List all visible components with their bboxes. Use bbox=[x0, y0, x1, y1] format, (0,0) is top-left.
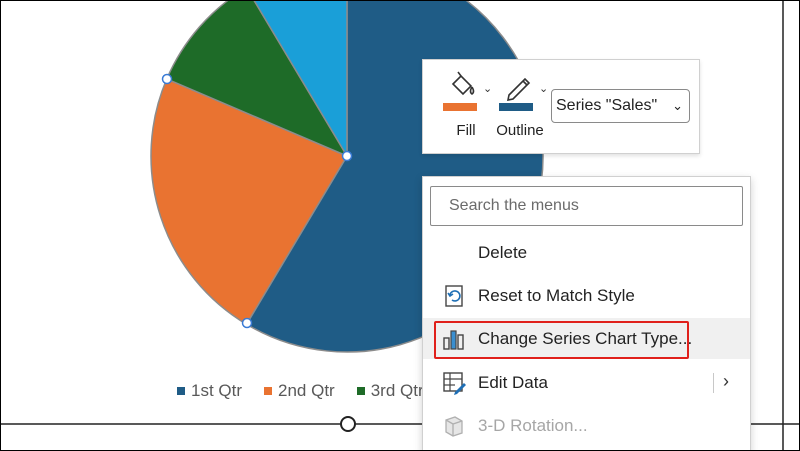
legend-swatch bbox=[264, 387, 273, 395]
highlight-annotation-box bbox=[434, 321, 689, 359]
legend-label: 3rd Qtr bbox=[370, 381, 424, 400]
svg-text:⌄: ⌄ bbox=[539, 83, 548, 95]
fill-label: Fill bbox=[456, 122, 476, 139]
chart-area[interactable]: 1st Qtr 2nd Qtr 3rd Qtr ⌄ Fill ⌄ Outline… bbox=[0, 0, 800, 451]
menu-item-reset-style[interactable]: Reset to Match Style bbox=[423, 275, 750, 316]
legend-item: 3rd Qtr bbox=[356, 381, 424, 401]
menu-search-input[interactable]: Search the menus bbox=[430, 186, 743, 226]
legend-label: 2nd Qtr bbox=[278, 381, 335, 400]
submenu-divider bbox=[713, 373, 714, 393]
series-selector-dropdown[interactable]: Series "Sales" ⌄ bbox=[551, 89, 690, 123]
legend-item: 1st Qtr bbox=[177, 381, 242, 401]
menu-item-label: 3-D Rotation... bbox=[478, 415, 588, 435]
menu-item-edit-data[interactable]: Edit Data bbox=[423, 362, 750, 403]
legend-swatch bbox=[356, 387, 365, 395]
chart-legend: 1st Qtr 2nd Qtr 3rd Qtr bbox=[177, 381, 424, 401]
chevron-down-icon: ⌄ bbox=[672, 98, 683, 113]
chevron-right-icon[interactable]: › bbox=[723, 371, 729, 392]
mini-format-toolbar: ⌄ Fill ⌄ Outline Series "Sales" ⌄ bbox=[422, 59, 700, 154]
pen-outline-icon: ⌄ bbox=[499, 77, 548, 111]
context-menu: Search the menus Delete Reset to Match S… bbox=[422, 176, 751, 450]
menu-item-label: Edit Data bbox=[478, 372, 548, 392]
resize-handle[interactable] bbox=[340, 416, 356, 432]
series-selector-value: Series "Sales" bbox=[556, 97, 658, 114]
outline-label: Outline bbox=[496, 122, 544, 139]
fill-button[interactable]: ⌄ Fill bbox=[439, 68, 493, 139]
outline-button[interactable]: ⌄ Outline bbox=[491, 68, 549, 139]
legend-item: 2nd Qtr bbox=[264, 381, 335, 401]
selection-handle[interactable] bbox=[241, 317, 253, 329]
legend-label: 1st Qtr bbox=[191, 381, 243, 400]
menu-item-3d-rotation[interactable]: 3-D Rotation... bbox=[423, 405, 750, 446]
legend-swatch bbox=[177, 387, 185, 395]
edit-data-icon bbox=[441, 370, 467, 396]
reset-style-icon bbox=[441, 283, 467, 309]
menu-item-label: Reset to Match Style bbox=[478, 285, 635, 305]
paint-bucket-icon: ⌄ bbox=[443, 71, 492, 111]
selection-handle[interactable] bbox=[161, 73, 173, 85]
menu-item-delete[interactable]: Delete bbox=[423, 232, 750, 273]
selection-handle[interactable] bbox=[341, 150, 353, 162]
menu-item-label: Delete bbox=[478, 242, 528, 262]
menu-search-placeholder: Search the menus bbox=[449, 197, 579, 214]
3d-rotation-icon bbox=[441, 413, 467, 439]
